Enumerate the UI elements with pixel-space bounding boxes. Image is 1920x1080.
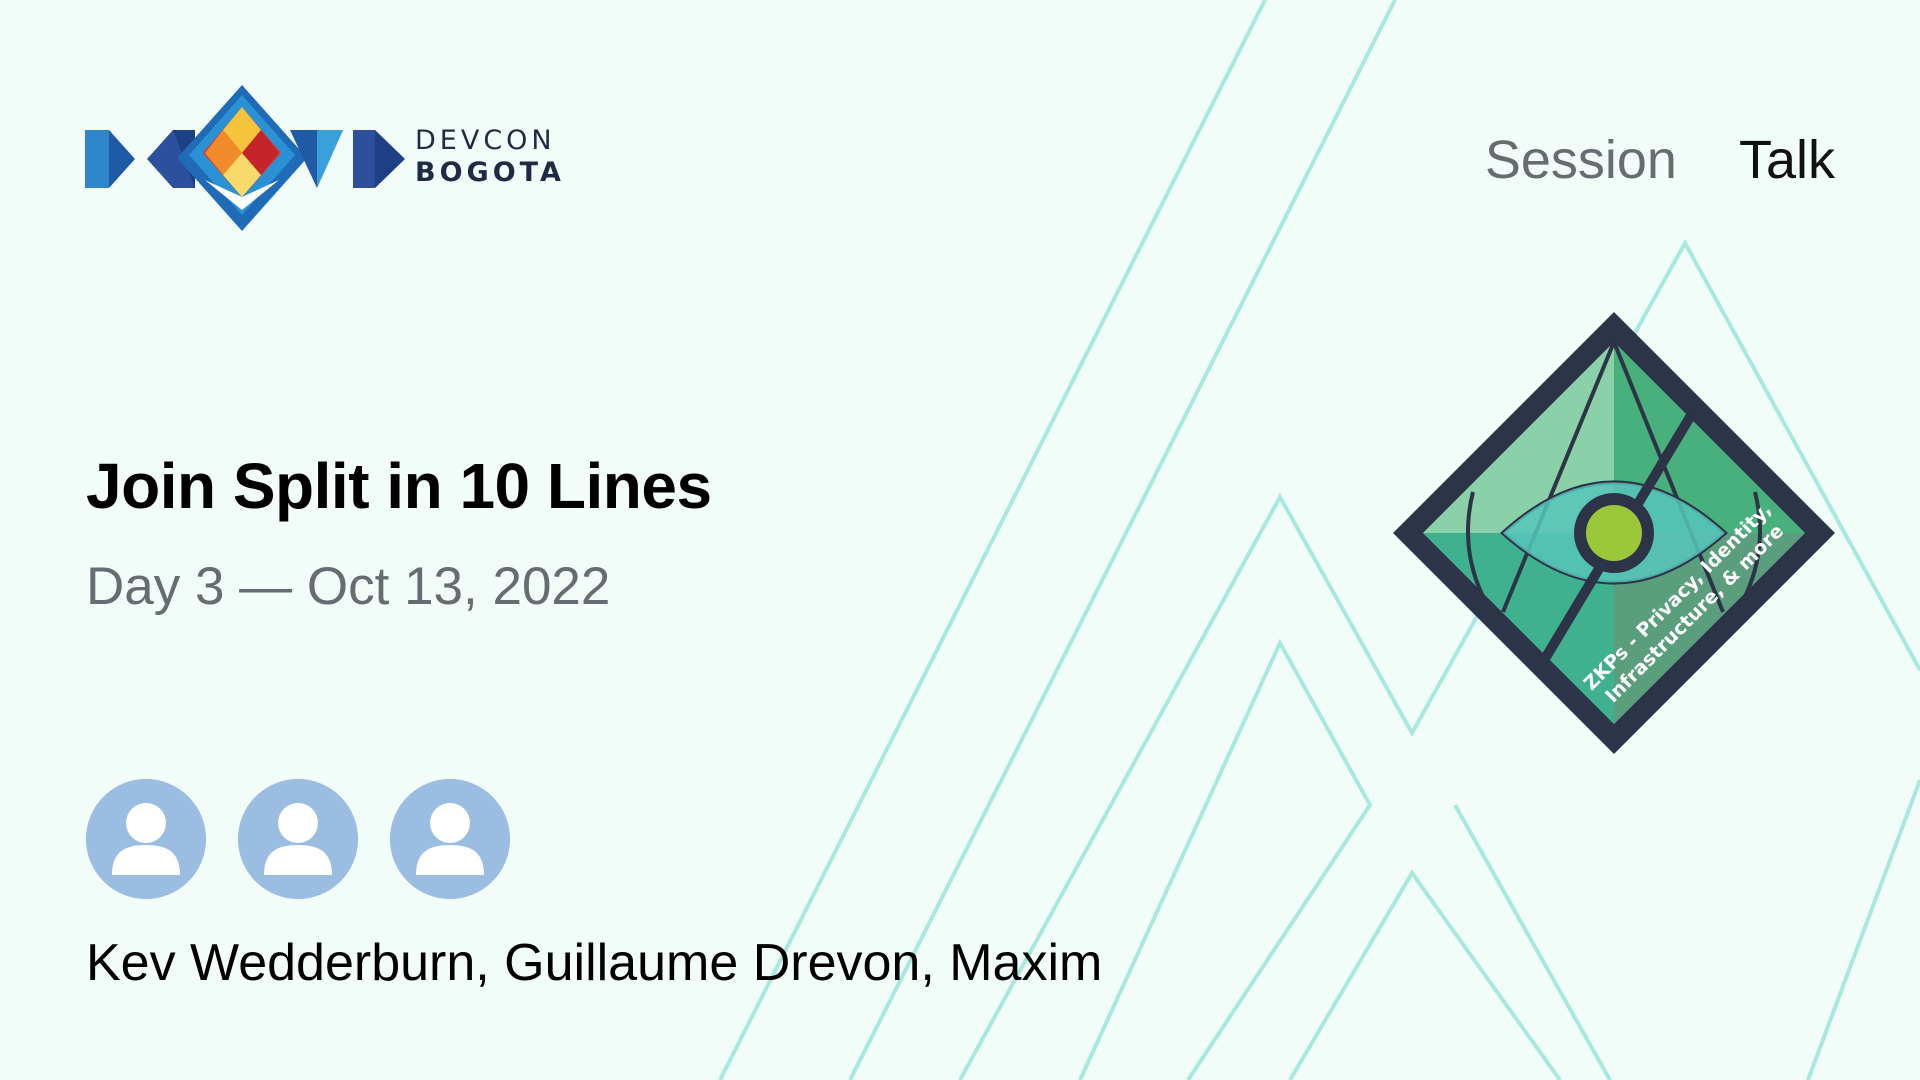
session-format-tag: Talk: [1738, 130, 1835, 190]
session-tags: Session Talk: [1485, 128, 1835, 192]
brand-line2: BOGOTA: [415, 157, 565, 188]
user-icon: [390, 779, 510, 899]
session-type-tag: Session: [1484, 130, 1677, 190]
devcon-wordmark: DEVCON BOGOTA: [415, 127, 565, 186]
speaker-avatars: [86, 779, 510, 899]
user-icon: [238, 779, 358, 899]
brand-line1: DEVCON: [415, 125, 556, 156]
session-date: Day 3 — Oct 13, 2022: [86, 557, 611, 616]
user-icon: [86, 779, 206, 899]
session-title: Join Split in 10 Lines: [86, 450, 712, 522]
speaker-names: Kev Wedderburn, Guillaume Drevon, Maxim: [86, 934, 1103, 992]
track-badge: ZKPs - Privacy, Identity, Infrastructure…: [1393, 312, 1835, 754]
